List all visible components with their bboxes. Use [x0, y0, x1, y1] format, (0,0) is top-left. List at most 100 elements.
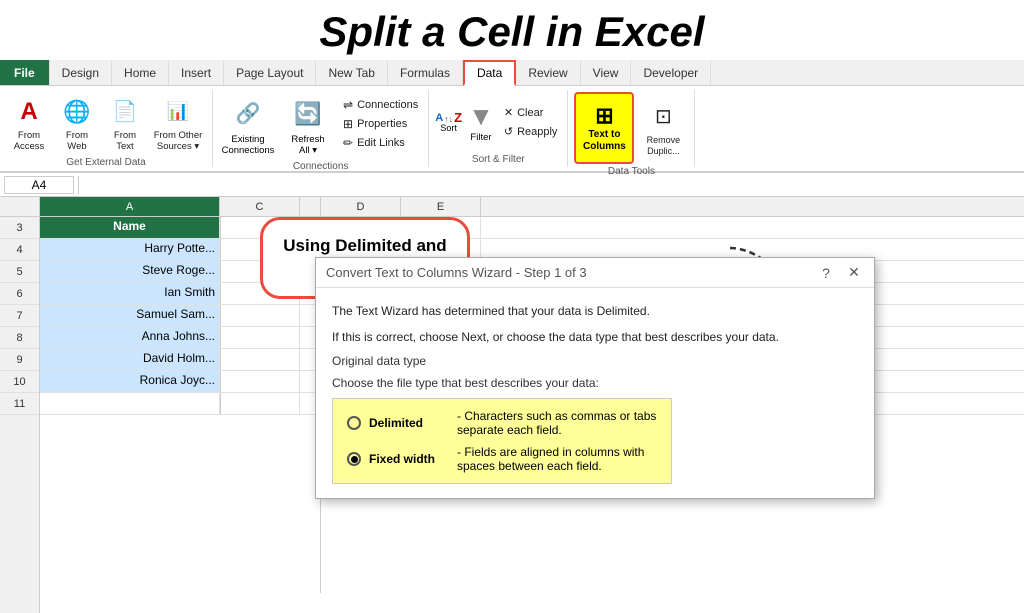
row-num-7: 7 [0, 305, 39, 327]
radio-fixed-width-row[interactable]: Fixed width - Fields are aligned in colu… [347, 445, 657, 473]
dialog-desc1: The Text Wizard has determined that your… [332, 302, 858, 320]
text-to-columns-label: Text toColumns [583, 129, 626, 153]
edit-links-icon: ✏ [343, 136, 353, 150]
name-box[interactable] [4, 176, 74, 194]
table-row: Anna Johns... [40, 327, 320, 349]
edit-links-button[interactable]: ✏ Edit Links [339, 134, 422, 152]
table-row: Ronica Joyc... [40, 371, 320, 393]
filter-icon: ▼ [468, 101, 494, 132]
cell-a4[interactable]: Harry Potte... [40, 239, 220, 260]
cell-a5[interactable]: Steve Roge... [40, 261, 220, 282]
radio-delimited-label: Delimited [369, 416, 449, 430]
row-num-6: 6 [0, 283, 39, 305]
clear-label: Clear [517, 107, 543, 119]
tab-page-layout[interactable]: Page Layout [224, 60, 316, 85]
clear-button[interactable]: ✕ Clear [500, 104, 562, 121]
group-sort-filter: A ↑↓ Z Sort ▼ Filter ✕ Clear [429, 90, 568, 167]
cell-c8[interactable] [220, 327, 300, 348]
dialog-help-button[interactable]: ? [816, 265, 836, 281]
tab-data[interactable]: Data [463, 60, 516, 86]
existing-connections-button[interactable]: 🔗 ExistingConnections [219, 92, 277, 159]
from-access-label: From Access [8, 130, 50, 153]
connections-icon: ⇌ [343, 98, 353, 112]
dialog-original-label: Original data type [332, 354, 858, 368]
row-num-9: 9 [0, 349, 39, 371]
dialog-close-button[interactable]: ✕ [844, 264, 864, 281]
tab-new-tab[interactable]: New Tab [316, 60, 387, 85]
radio-fixed-width[interactable] [347, 452, 361, 466]
reapply-label: Reapply [517, 126, 557, 138]
cell-a7[interactable]: Samuel Sam... [40, 305, 220, 326]
table-row [40, 393, 320, 415]
row-num-4: 4 [0, 239, 39, 261]
edit-links-label: Edit Links [357, 137, 405, 149]
tab-formulas[interactable]: Formulas [388, 60, 463, 85]
group-data-tools: ⊞ Text toColumns ⊡ RemoveDuplic... Data … [568, 90, 695, 167]
sort-filter-label: Sort & Filter [472, 152, 525, 165]
cell-c11[interactable] [220, 393, 300, 414]
text-to-columns-dialog: Convert Text to Columns Wizard - Step 1 … [315, 257, 875, 499]
tab-file[interactable]: File [0, 60, 50, 85]
connections-button[interactable]: ⇌ Connections [339, 96, 422, 114]
existing-connections-icon: 🔗 [236, 102, 261, 126]
sort-az-button[interactable]: A ↑↓ Z Sort [435, 111, 462, 133]
cell-a9[interactable]: David Holm... [40, 349, 220, 370]
reapply-icon: ↺ [504, 125, 513, 138]
cell-a10[interactable]: Ronica Joyc... [40, 371, 220, 392]
tab-review[interactable]: Review [516, 60, 580, 85]
tab-insert[interactable]: Insert [169, 60, 224, 85]
text-to-columns-button[interactable]: ⊞ Text toColumns [574, 92, 634, 164]
reapply-button[interactable]: ↺ Reapply [500, 123, 562, 140]
from-web-button[interactable]: 🌐 FromWeb [54, 92, 100, 155]
tab-developer[interactable]: Developer [631, 60, 711, 85]
from-other-sources-button[interactable]: 📊 From OtherSources ▾ [150, 92, 206, 155]
from-text-button[interactable]: 📄 FromText [102, 92, 148, 155]
cell-a6[interactable]: Ian Smith [40, 283, 220, 304]
web-icon: 🌐 [63, 99, 90, 125]
radio-fixed-width-label: Fixed width [369, 452, 449, 466]
cell-c9[interactable] [220, 349, 300, 370]
from-text-label: FromText [114, 130, 136, 153]
tab-view[interactable]: View [581, 60, 632, 85]
row-num-8: 8 [0, 327, 39, 349]
from-access-button[interactable]: A From Access [6, 92, 52, 155]
cell-a8[interactable]: Anna Johns... [40, 327, 220, 348]
cell-c10[interactable] [220, 371, 300, 392]
properties-label: Properties [357, 118, 407, 130]
dialog-choose-label: Choose the file type that best describes… [332, 376, 858, 390]
radio-delimited-row[interactable]: Delimited - Characters such as commas or… [347, 409, 657, 437]
col-header-e[interactable]: E [401, 197, 481, 216]
existing-connections-label: ExistingConnections [222, 134, 275, 157]
refresh-all-label: RefreshAll ▾ [291, 134, 324, 157]
table-row: David Holm... [40, 349, 320, 371]
connections-group-label: Connections [293, 159, 349, 172]
row-num-header [0, 197, 40, 216]
formula-bar [0, 173, 1024, 197]
text-icon: 📄 [113, 100, 138, 124]
cell-c7[interactable] [220, 305, 300, 326]
col-header-c[interactable]: C [220, 197, 300, 216]
row-num-11: 11 [0, 393, 39, 415]
remove-duplicates-button[interactable]: ⊡ RemoveDuplic... [638, 97, 688, 159]
clear-icon: ✕ [504, 106, 513, 119]
tab-home[interactable]: Home [112, 60, 169, 85]
properties-button[interactable]: ⊞ Properties [339, 115, 422, 133]
cell-a3[interactable]: Name [40, 217, 220, 238]
connections-label: Connections [357, 99, 418, 111]
col-header-a[interactable]: A [40, 197, 220, 216]
from-web-label: FromWeb [66, 130, 88, 153]
refresh-icon: 🔄 [294, 101, 321, 127]
tab-design[interactable]: Design [50, 60, 112, 85]
cell-a11[interactable] [40, 393, 220, 414]
page-title: Split a Cell in Excel [0, 0, 1024, 60]
radio-delimited[interactable] [347, 416, 361, 430]
filter-label: Filter [470, 132, 491, 143]
table-row: Samuel Sam... [40, 305, 320, 327]
properties-icon: ⊞ [343, 117, 353, 131]
refresh-all-button[interactable]: 🔄 RefreshAll ▾ [279, 92, 337, 159]
data-tools-label: Data Tools [608, 164, 655, 177]
remove-duplicates-label: RemoveDuplic... [647, 135, 681, 157]
col-header-d[interactable]: D [321, 197, 401, 216]
ribbon: File Design Home Insert Page Layout New … [0, 60, 1024, 173]
other-sources-icon: 📊 [167, 101, 189, 123]
